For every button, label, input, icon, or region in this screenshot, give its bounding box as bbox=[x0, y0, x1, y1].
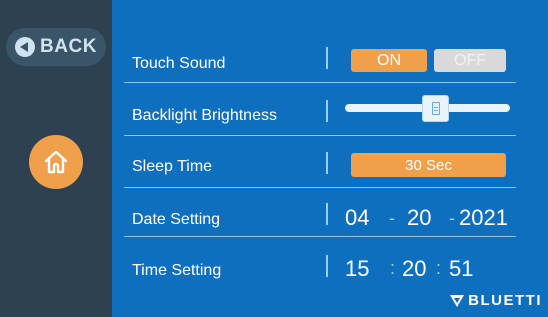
brand-name: BLUETTI bbox=[468, 292, 542, 309]
time-separator: : bbox=[436, 258, 442, 278]
time-minute-field[interactable]: 20 bbox=[402, 256, 426, 282]
touch-sound-label: Touch Sound bbox=[132, 55, 226, 72]
bluetti-logo-icon bbox=[450, 294, 465, 307]
row-divider bbox=[124, 82, 516, 83]
divider bbox=[326, 152, 328, 174]
brand-logo: BLUETTI bbox=[449, 292, 542, 309]
time-second-field[interactable]: 51 bbox=[449, 256, 473, 282]
backlight-label: Backlight Brightness bbox=[132, 107, 277, 124]
home-button[interactable] bbox=[29, 135, 83, 189]
settings-screen: BACK Touch Sound ON OFF Backlight Bright… bbox=[0, 0, 548, 317]
time-setting-label: Time Setting bbox=[132, 262, 222, 279]
row-divider bbox=[124, 236, 516, 237]
back-button[interactable]: BACK bbox=[6, 28, 106, 66]
back-arrow-icon bbox=[15, 37, 36, 57]
touch-sound-off-button[interactable]: OFF bbox=[434, 49, 506, 72]
divider bbox=[326, 47, 328, 69]
date-setting-label: Date Setting bbox=[132, 211, 221, 228]
divider bbox=[326, 100, 328, 122]
row-divider bbox=[124, 135, 516, 136]
backlight-slider-thumb[interactable] bbox=[422, 95, 449, 122]
time-separator: : bbox=[390, 258, 396, 278]
sleep-time-select[interactable]: 30 Sec bbox=[351, 153, 506, 177]
sleep-time-label: Sleep Time bbox=[132, 158, 213, 175]
date-month-field[interactable]: 04 bbox=[345, 205, 369, 231]
date-year-field[interactable]: 2021 bbox=[459, 205, 508, 231]
date-separator: - bbox=[389, 208, 395, 228]
back-label: BACK bbox=[40, 36, 97, 57]
time-hour-field[interactable]: 15 bbox=[345, 256, 369, 282]
date-separator: - bbox=[449, 208, 455, 228]
divider bbox=[326, 255, 328, 277]
divider bbox=[326, 203, 328, 225]
row-divider bbox=[124, 187, 516, 188]
sidebar: BACK bbox=[0, 0, 112, 317]
home-icon bbox=[44, 150, 68, 174]
grip-icon bbox=[431, 102, 440, 115]
date-day-field[interactable]: 20 bbox=[407, 205, 431, 231]
touch-sound-on-button[interactable]: ON bbox=[351, 49, 427, 72]
